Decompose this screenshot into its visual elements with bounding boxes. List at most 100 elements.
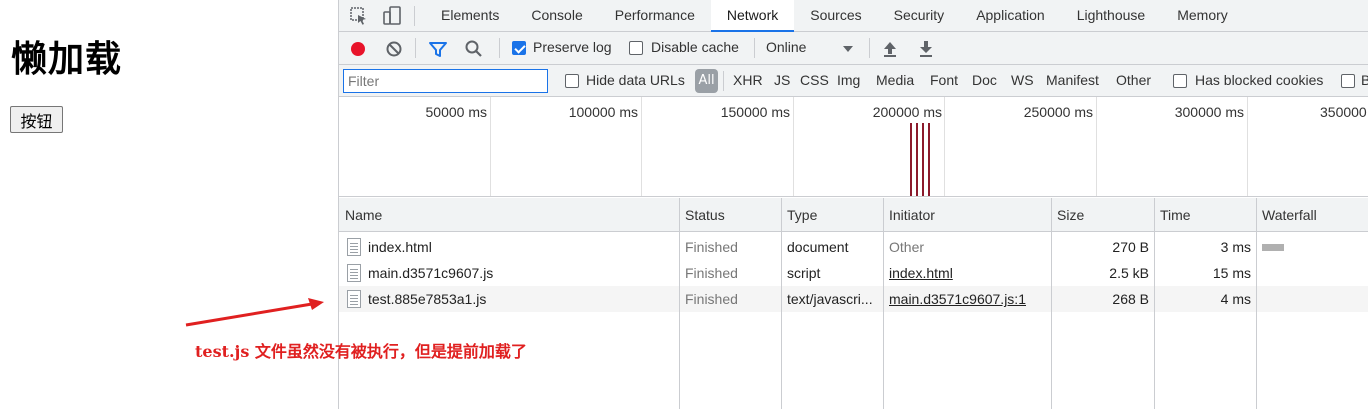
type-filter-js[interactable]: JS xyxy=(774,72,790,88)
waterfall-bar xyxy=(1262,244,1284,251)
disable-cache-checkbox[interactable] xyxy=(629,41,643,55)
throttle-select[interactable]: Online xyxy=(766,39,806,55)
preserve-log-checkbox[interactable] xyxy=(512,41,526,55)
clear-icon[interactable] xyxy=(383,38,405,60)
device-toolbar-icon[interactable] xyxy=(381,5,403,27)
column-divider[interactable] xyxy=(679,198,680,409)
cell-type: script xyxy=(787,265,821,281)
devtools-tabs: Elements Console Performance Network Sou… xyxy=(425,0,1244,32)
separator xyxy=(414,6,415,26)
cell-status: Finished xyxy=(685,291,738,307)
separator xyxy=(415,38,416,58)
page-button[interactable]: 按钮 xyxy=(10,106,63,133)
cell-initiator: Other xyxy=(889,239,925,255)
page-title: 懒加载 xyxy=(11,39,123,80)
separator xyxy=(499,38,500,58)
type-filter-all[interactable]: All xyxy=(695,69,718,93)
overview-request-marker xyxy=(916,123,918,196)
overview-gridline xyxy=(1096,97,1097,196)
has-blocked-cookies-checkbox[interactable] xyxy=(1173,74,1187,88)
column-header-initiator[interactable]: Initiator xyxy=(883,198,1051,232)
cell-waterfall xyxy=(1256,234,1368,260)
inspect-element-icon[interactable] xyxy=(348,5,370,27)
tab-application[interactable]: Application xyxy=(960,0,1061,32)
hide-data-urls-checkbox[interactable] xyxy=(565,74,579,88)
cell-initiator-link[interactable]: index.html xyxy=(889,260,1049,286)
separator xyxy=(754,38,755,58)
type-filter-manifest[interactable]: Manifest xyxy=(1046,72,1099,88)
tab-lighthouse[interactable]: Lighthouse xyxy=(1061,0,1162,32)
filter-input[interactable] xyxy=(343,69,548,93)
type-filter-other[interactable]: Other xyxy=(1116,72,1151,88)
overview-tick-label: 150000 ms xyxy=(720,104,790,120)
overview-tick-label: 50000 ms xyxy=(425,104,487,120)
tab-elements[interactable]: Elements xyxy=(425,0,515,32)
column-divider[interactable] xyxy=(883,198,884,409)
cell-name: index.html xyxy=(368,239,432,255)
cell-time: 4 ms xyxy=(1220,291,1251,307)
column-divider[interactable] xyxy=(1154,198,1155,409)
type-filter-font[interactable]: Font xyxy=(930,72,958,88)
network-request-table: Name Status Type Initiator Size Time Wat… xyxy=(339,198,1368,409)
type-filter-ws[interactable]: WS xyxy=(1011,72,1034,88)
blocked-requests-checkbox[interactable] xyxy=(1341,74,1355,88)
cell-size: 268 B xyxy=(1112,291,1149,307)
column-divider[interactable] xyxy=(781,198,782,409)
script-file-icon xyxy=(347,290,361,308)
column-header-size[interactable]: Size xyxy=(1051,198,1154,232)
preserve-log-label: Preserve log xyxy=(533,39,612,55)
cell-type: text/javascri... xyxy=(787,291,873,307)
tab-network[interactable]: Network xyxy=(710,0,795,32)
column-divider[interactable] xyxy=(1256,198,1257,409)
record-icon[interactable] xyxy=(347,38,369,60)
disable-cache-label: Disable cache xyxy=(651,39,739,55)
column-divider[interactable] xyxy=(1051,198,1052,409)
overview-request-marker xyxy=(928,123,930,196)
script-file-icon xyxy=(347,264,361,282)
document-file-icon xyxy=(347,238,361,256)
table-row[interactable]: test.885e7853a1.js Finished text/javascr… xyxy=(339,286,1368,312)
blocked-requests-label: B xyxy=(1361,72,1368,88)
overview-request-marker xyxy=(922,123,924,196)
export-har-icon[interactable] xyxy=(915,38,937,60)
type-filter-media[interactable]: Media xyxy=(876,72,914,88)
type-filter-css[interactable]: CSS xyxy=(800,72,829,88)
type-filter-img[interactable]: Img xyxy=(837,72,860,88)
network-filterbar: Hide data URLs All XHR JS CSS Img Media … xyxy=(339,65,1368,97)
network-toolbar: Preserve log Disable cache Online xyxy=(339,32,1368,65)
cell-type: document xyxy=(787,239,849,255)
overview-gridline xyxy=(944,97,945,196)
tab-memory[interactable]: Memory xyxy=(1161,0,1244,32)
overview-gridline xyxy=(641,97,642,196)
has-blocked-cookies-label: Has blocked cookies xyxy=(1195,72,1324,88)
column-header-time[interactable]: Time xyxy=(1154,198,1256,232)
column-header-type[interactable]: Type xyxy=(781,198,883,232)
tab-sources[interactable]: Sources xyxy=(794,0,877,32)
tab-performance[interactable]: Performance xyxy=(599,0,711,32)
table-row[interactable]: main.d3571c9607.js Finished script index… xyxy=(339,260,1368,286)
devtools-tabbar: Elements Console Performance Network Sou… xyxy=(339,0,1368,32)
table-row[interactable]: index.html Finished document Other 270 B… xyxy=(339,234,1368,260)
table-header: Name Status Type Initiator Size Time Wat… xyxy=(339,198,1368,232)
separator xyxy=(869,38,870,58)
chevron-down-icon[interactable] xyxy=(837,38,859,60)
tab-console[interactable]: Console xyxy=(515,0,598,32)
hide-data-urls-label: Hide data URLs xyxy=(586,72,685,88)
import-har-icon[interactable] xyxy=(879,38,901,60)
cell-status: Finished xyxy=(685,239,738,255)
overview-tick-label: 300000 ms xyxy=(1174,104,1244,120)
network-overview[interactable]: 50000 ms 100000 ms 150000 ms 200000 ms 2… xyxy=(339,97,1368,197)
tab-security[interactable]: Security xyxy=(878,0,961,32)
cell-size: 2.5 kB xyxy=(1109,265,1149,281)
cell-initiator-link[interactable]: main.d3571c9607.js:1 xyxy=(889,286,1049,312)
type-filter-doc[interactable]: Doc xyxy=(972,72,997,88)
cell-size: 270 B xyxy=(1112,239,1149,255)
column-header-name[interactable]: Name xyxy=(339,198,679,232)
annotation-arrow xyxy=(185,298,324,327)
search-icon[interactable] xyxy=(463,38,485,60)
filter-icon[interactable] xyxy=(427,38,449,60)
overview-request-marker xyxy=(910,123,912,196)
type-filter-xhr[interactable]: XHR xyxy=(733,72,763,88)
column-header-waterfall[interactable]: Waterfall xyxy=(1256,198,1368,232)
column-header-status[interactable]: Status xyxy=(679,198,781,232)
